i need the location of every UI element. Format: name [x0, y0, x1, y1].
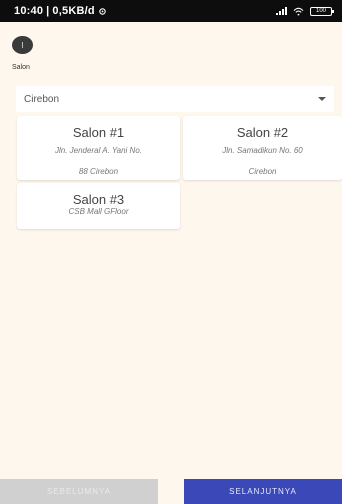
header	[12, 36, 33, 54]
salon-name: Salon #3	[72, 192, 125, 207]
status-right: 100	[276, 6, 334, 16]
status-time: 10:40	[14, 5, 44, 17]
salon-address-line2: 88 Cirebon	[78, 167, 119, 176]
previous-button[interactable]: SEBELUMNYA	[0, 479, 158, 504]
salon-card[interactable]: Salon #3 CSB Mall GFloor	[17, 183, 180, 229]
caret-down-icon	[318, 97, 326, 101]
avatar[interactable]	[12, 36, 33, 54]
status-left: 10:40 | 0,5KB/d	[14, 5, 107, 17]
salon-card[interactable]: Salon #2 Jln. Samadikun No. 60 Cirebon	[183, 116, 342, 180]
settings-icon	[99, 7, 106, 15]
status-network-speed: 0,5KB/d	[52, 5, 95, 17]
salon-address-line2: Cirebon	[248, 167, 277, 176]
page-title: Salon	[12, 64, 30, 71]
salon-card[interactable]: Salon #1 Jln. Jenderal A. Yani No. 88 Ci…	[17, 116, 180, 180]
salon-name: Salon #1	[72, 125, 125, 140]
avatar-glyph	[22, 42, 23, 48]
signal-icon	[276, 7, 287, 15]
next-button[interactable]: SELANJUTNYA	[184, 479, 342, 504]
city-dropdown-value: Cirebon	[24, 93, 60, 105]
salon-address-line1: CSB Mall GFloor	[68, 207, 129, 216]
salon-name: Salon #2	[236, 125, 289, 140]
wifi-icon	[293, 7, 304, 16]
battery-level: 100	[315, 8, 326, 14]
city-dropdown[interactable]: Cirebon	[16, 86, 334, 112]
status-separator: |	[46, 5, 50, 17]
salon-address-line1: Jln. Samadikun No. 60	[222, 146, 303, 155]
status-bar: 10:40 | 0,5KB/d 100	[0, 0, 342, 22]
salon-address-line1: Jln. Jenderal A. Yani No.	[54, 146, 142, 155]
battery-icon: 100	[310, 6, 334, 16]
